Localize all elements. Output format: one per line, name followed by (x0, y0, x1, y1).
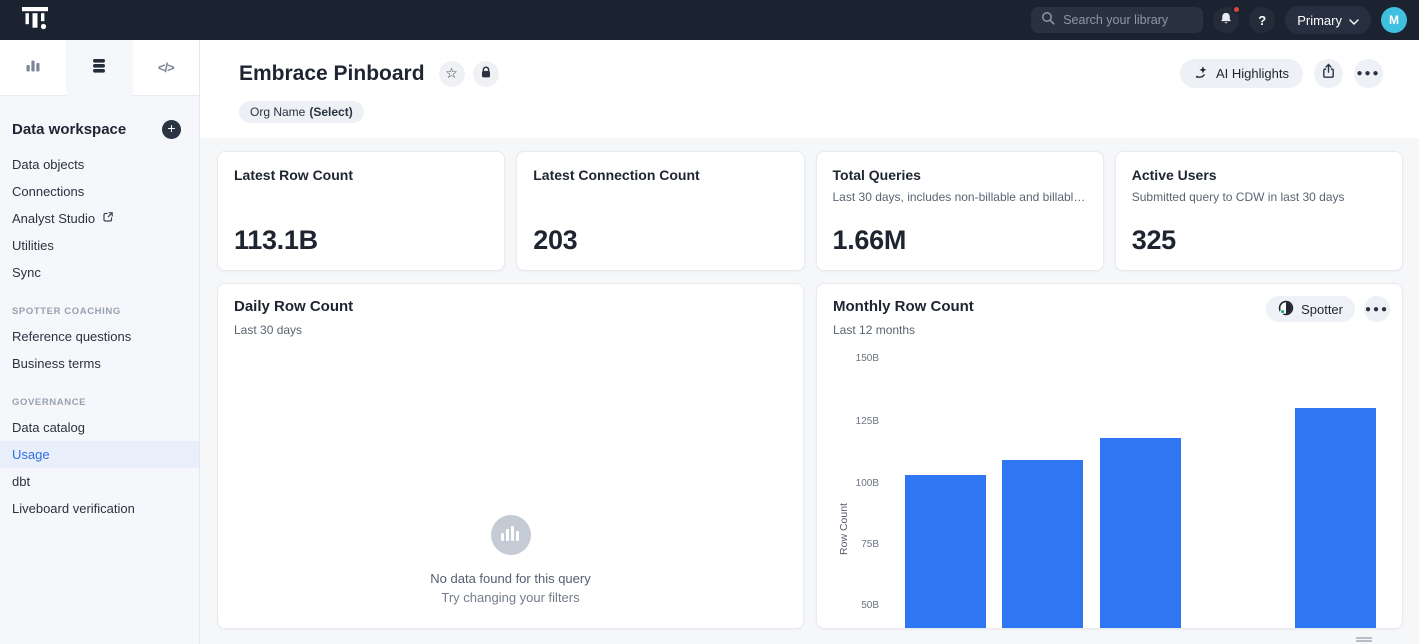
section-spotter-coaching: SPOTTER COACHING (0, 286, 199, 323)
thoughtspot-logo[interactable] (20, 4, 50, 36)
kpi-value: 325 (1132, 225, 1386, 256)
sidebar-item-usage[interactable]: Usage (0, 441, 199, 468)
sidebar-item-business-terms[interactable]: Business terms (0, 350, 199, 377)
ai-highlights-button[interactable]: AI Highlights (1180, 59, 1303, 88)
ai-sparkle-icon (1194, 65, 1209, 83)
bar-month-3[interactable] (1100, 438, 1181, 628)
chevron-down-icon (1349, 13, 1359, 28)
empty-state-title: No data found for this query (430, 571, 590, 586)
section-governance: GOVERNANCE (0, 377, 199, 414)
notification-dot (1232, 5, 1241, 14)
kpi-title: Active Users (1132, 167, 1386, 183)
ellipsis-icon: ●●● (1356, 68, 1380, 79)
add-button[interactable]: + (162, 120, 181, 139)
bar-chart-icon (25, 57, 41, 78)
y-axis-tick: 125B (837, 416, 879, 427)
user-avatar[interactable]: M (1381, 7, 1407, 33)
workspace-title: Data workspace (12, 121, 126, 138)
org-switcher-label: Primary (1297, 13, 1342, 28)
page-title: Embrace Pinboard (239, 62, 425, 86)
kpi-value: 203 (533, 225, 787, 256)
card-resize-handle[interactable] (1356, 637, 1372, 642)
bar-month-2[interactable] (1002, 460, 1083, 628)
kpi-value: 113.1B (234, 225, 488, 256)
bar-month-1[interactable] (905, 475, 986, 628)
external-link-icon (102, 211, 114, 226)
kpi-subtitle: Submitted query to CDW in last 30 days (1132, 190, 1386, 204)
kpi-card-latest-connection-count[interactable]: Latest Connection Count 203 (516, 151, 804, 271)
y-axis-tick: 50B (837, 600, 879, 611)
sidebar-item-analyst-studio[interactable]: Analyst Studio (0, 205, 199, 232)
sidebar: </> Data workspace + Data objects Connec… (0, 40, 200, 644)
ai-highlights-label: AI Highlights (1216, 66, 1289, 81)
lock-icon (480, 66, 492, 82)
code-icon: </> (158, 60, 174, 75)
y-axis-tick: 150B (837, 353, 879, 364)
kpi-title: Total Queries (833, 167, 1087, 183)
kpi-card-active-users[interactable]: Active Users Submitted query to CDW in l… (1115, 151, 1403, 271)
search-icon (1041, 11, 1055, 30)
kpi-card-latest-row-count[interactable]: Latest Row Count 113.1B (217, 151, 505, 271)
help-button[interactable]: ? (1249, 7, 1275, 33)
tab-developer[interactable]: </> (133, 40, 199, 96)
sidebar-item-reference-questions[interactable]: Reference questions (0, 323, 199, 350)
y-axis-tick: 100B (837, 478, 879, 489)
share-button[interactable] (1314, 59, 1343, 88)
kpi-card-total-queries[interactable]: Total Queries Last 30 days, includes non… (816, 151, 1104, 271)
top-navigation-bar: ? Primary M (0, 0, 1419, 40)
bar-month-5[interactable] (1295, 408, 1376, 628)
kpi-value: 1.66M (833, 225, 1087, 256)
empty-chart-icon (491, 515, 531, 555)
y-axis-label: Row Count (838, 503, 850, 555)
chart-subtitle: Last 30 days (234, 323, 787, 337)
chart-card-daily-row-count[interactable]: Daily Row Count Last 30 days N (217, 283, 804, 629)
sidebar-tabs: </> (0, 40, 199, 96)
favorite-button[interactable]: ☆ (439, 61, 465, 87)
monthly-bar-plot: 150B 125B 100B 75B 50B Row Count (817, 284, 1402, 628)
more-options-button[interactable]: ●●● (1354, 59, 1383, 88)
empty-state-subtitle: Try changing your filters (441, 590, 579, 605)
liveboard-header: Embrace Pinboard ☆ (200, 40, 1419, 138)
org-name-filter-chip[interactable]: Org Name (Select) (239, 101, 364, 123)
sidebar-item-connections[interactable]: Connections (0, 178, 199, 205)
sidebar-item-liveboard-verification[interactable]: Liveboard verification (0, 495, 199, 522)
library-search[interactable] (1031, 7, 1203, 33)
tab-data-workspace[interactable] (66, 40, 132, 96)
sidebar-item-data-objects[interactable]: Data objects (0, 151, 199, 178)
kpi-title: Latest Connection Count (533, 167, 787, 183)
sidebar-item-utilities[interactable]: Utilities (0, 232, 199, 259)
sidebar-item-dbt[interactable]: dbt (0, 468, 199, 495)
sidebar-item-sync[interactable]: Sync (0, 259, 199, 286)
kpi-subtitle: Last 30 days, includes non-billable and … (833, 190, 1087, 204)
liveboard-canvas: Latest Row Count 113.1B Latest Connectio… (200, 138, 1419, 644)
kpi-title: Latest Row Count (234, 167, 488, 183)
sidebar-item-data-catalog[interactable]: Data catalog (0, 414, 199, 441)
search-input[interactable] (1063, 13, 1193, 27)
share-icon (1321, 63, 1336, 84)
org-switcher[interactable]: Primary (1285, 6, 1371, 34)
chart-title: Daily Row Count (234, 298, 787, 315)
chart-card-monthly-row-count[interactable]: Monthly Row Count Last 12 months (816, 283, 1403, 629)
tab-insights[interactable] (0, 40, 66, 96)
empty-state: No data found for this query Try changin… (218, 515, 803, 605)
bell-icon (1219, 11, 1233, 29)
lock-button[interactable] (473, 61, 499, 87)
star-icon: ☆ (445, 65, 458, 82)
database-icon (92, 58, 106, 79)
notifications-button[interactable] (1213, 7, 1239, 33)
